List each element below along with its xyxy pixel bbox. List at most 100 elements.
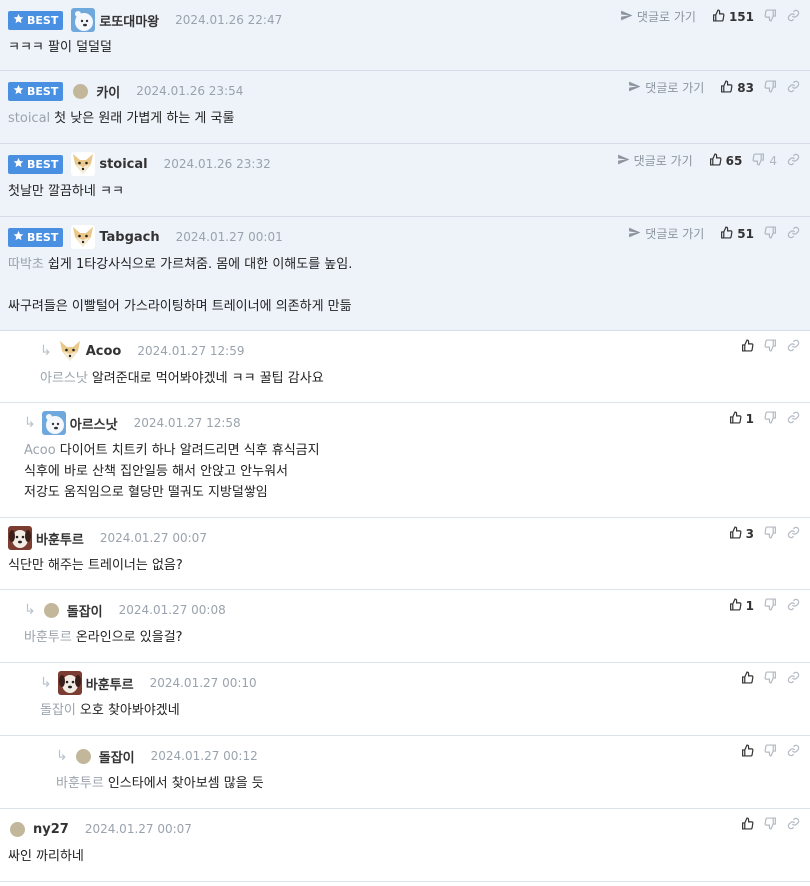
comment-date: 2024.01.27 00:08: [118, 603, 226, 617]
fox-avatar[interactable]: [71, 225, 96, 249]
upvote-button[interactable]: 65: [709, 152, 743, 169]
polar-bear-avatar[interactable]: [41, 411, 66, 435]
downvote-button[interactable]: 4: [752, 152, 777, 169]
comment-text-line: 식단만 해주는 트레이너는 없음?: [8, 555, 802, 576]
comment-text: 쉽게 1타강사식으로 가르쳐줌. 몸에 대한 이해도를 높임.: [47, 257, 353, 272]
best-badge: BEST: [8, 154, 64, 174]
copy-link-button[interactable]: [787, 411, 800, 427]
reply-comment: ↳ Acoo 2024.01.27 12:59 아르스낫 알려준대로 먹어봐야겠네 ㅋㅋ…: [0, 331, 810, 403]
upvote-button[interactable]: [741, 671, 754, 687]
nickname[interactable]: 돌잡이: [67, 601, 103, 620]
nickname[interactable]: 돌잡이: [99, 747, 135, 766]
send-icon: [628, 226, 641, 242]
downvote-button[interactable]: [764, 339, 777, 355]
upvote-button[interactable]: 51: [720, 225, 754, 242]
upvote-count: 65: [725, 153, 743, 168]
copy-link-button[interactable]: [787, 817, 800, 833]
nickname[interactable]: 카이: [96, 82, 120, 101]
thumbs-up-icon: [729, 598, 742, 614]
upvote-button[interactable]: 1: [729, 598, 754, 614]
nickname[interactable]: Tabgach: [99, 230, 159, 245]
dog-avatar[interactable]: [57, 671, 82, 695]
reply-target-nick[interactable]: 바훈투르: [24, 630, 72, 645]
nickname[interactable]: 로또대마왕: [99, 11, 159, 30]
upvote-button[interactable]: [741, 339, 754, 355]
comment-body: Acoo 다이어트 치트키 하나 알려드리면 식후 휴식금지 식후에 바로 산책 집…: [24, 434, 802, 513]
send-icon: [617, 153, 630, 169]
comment-header: ↳ Acoo 2024.01.27 12:59: [40, 339, 802, 363]
comment-actions: 댓글로 가기 51: [628, 225, 800, 242]
polar-bear-avatar[interactable]: [71, 8, 96, 32]
default-dot-avatar[interactable]: [10, 821, 25, 837]
nickname[interactable]: 바훈투르: [86, 674, 134, 693]
thumbs-up-icon: [709, 152, 722, 169]
comment-body: 돌잡이 오호 찾아봐야겠네: [40, 694, 802, 731]
upvote-button[interactable]: [741, 744, 754, 760]
upvote-button[interactable]: 151: [712, 8, 754, 25]
comment-list: BEST 로또대마왕 2024.01.26 22:47 댓글로 가기 151 ㅋㅋㅋ 팔이…: [0, 0, 810, 882]
upvote-button[interactable]: 3: [729, 526, 754, 542]
comment-header: 바훈투르 2024.01.27 00:07: [8, 526, 802, 550]
downvote-button[interactable]: [764, 671, 777, 687]
thumbs-down-icon: [764, 744, 777, 760]
copy-link-button[interactable]: [787, 153, 800, 169]
nickname[interactable]: 아르스낫: [70, 414, 118, 433]
copy-link-button[interactable]: [787, 744, 800, 760]
reply-target-nick[interactable]: stoical: [8, 111, 50, 126]
link-icon: [787, 598, 800, 614]
downvote-button[interactable]: [764, 817, 777, 833]
nickname[interactable]: 바훈투르: [36, 529, 84, 548]
comment-actions: 1: [729, 411, 800, 427]
comment-text-line: ㅋㅋㅋ 팔이 덜덜덜: [8, 37, 802, 58]
copy-link-button[interactable]: [787, 9, 800, 25]
comment-actions: 댓글로 가기 151: [620, 8, 800, 25]
link-icon: [787, 526, 800, 542]
goto-reply-button[interactable]: 댓글로 가기: [620, 8, 696, 25]
copy-link-button[interactable]: [787, 671, 800, 687]
default-dot-avatar[interactable]: [73, 83, 89, 99]
link-icon: [787, 226, 800, 242]
comment-body: 아르스낫 알려준대로 먹어봐야겠네 ㅋㅋ 꿀팁 감사요: [40, 362, 802, 399]
reply-comment: ↳ 아르스낫 2024.01.27 12:58 1 Acoo 다이어트 치트키 하나 알려…: [0, 403, 810, 518]
goto-reply-button[interactable]: 댓글로 가기: [617, 152, 693, 169]
downvote-button[interactable]: [764, 8, 777, 25]
copy-link-button[interactable]: [787, 226, 800, 242]
copy-link-button[interactable]: [787, 598, 800, 614]
goto-reply-label: 댓글로 가기: [633, 154, 693, 168]
reply-target-nick[interactable]: 돌잡이: [40, 703, 76, 718]
comment-text: 식후에 바로 산책 집안일등 해서 안앉고 안누워서: [24, 464, 288, 479]
comment-date: 2024.01.27 00:12: [150, 749, 258, 763]
comment-date: 2024.01.27 00:10: [149, 676, 257, 690]
reply-target-nick[interactable]: 아르스낫: [40, 371, 88, 386]
downvote-button[interactable]: [764, 598, 777, 614]
upvote-button[interactable]: [741, 817, 754, 833]
copy-link-button[interactable]: [787, 526, 800, 542]
nickname[interactable]: ny27: [33, 822, 69, 837]
default-dot-avatar[interactable]: [75, 748, 91, 764]
fox-avatar[interactable]: [71, 152, 96, 176]
reply-target-nick[interactable]: 따박초: [8, 257, 44, 272]
default-dot-avatar[interactable]: [43, 602, 59, 618]
fox-avatar[interactable]: [57, 339, 82, 363]
reply-target-nick[interactable]: 바훈투르: [56, 776, 104, 791]
goto-reply-button[interactable]: 댓글로 가기: [628, 79, 704, 96]
nickname[interactable]: stoical: [99, 157, 147, 172]
upvote-button[interactable]: 83: [720, 79, 754, 96]
downvote-button[interactable]: [764, 225, 777, 242]
copy-link-button[interactable]: [787, 80, 800, 96]
upvote-button[interactable]: 1: [729, 411, 754, 427]
reply-target-nick[interactable]: Acoo: [24, 443, 56, 458]
downvote-button[interactable]: [764, 744, 777, 760]
link-icon: [787, 744, 800, 760]
best-badge: BEST: [8, 227, 64, 247]
downvote-button[interactable]: [764, 79, 777, 96]
dog-avatar[interactable]: [8, 526, 32, 550]
nickname[interactable]: Acoo: [86, 344, 122, 359]
best-badge-label: BEST: [27, 84, 59, 98]
downvote-button[interactable]: [764, 526, 777, 542]
downvote-button[interactable]: [764, 411, 777, 427]
copy-link-button[interactable]: [787, 339, 800, 355]
best-badge-label: BEST: [27, 13, 59, 27]
goto-reply-button[interactable]: 댓글로 가기: [628, 225, 704, 242]
comment-actions: [741, 671, 800, 687]
